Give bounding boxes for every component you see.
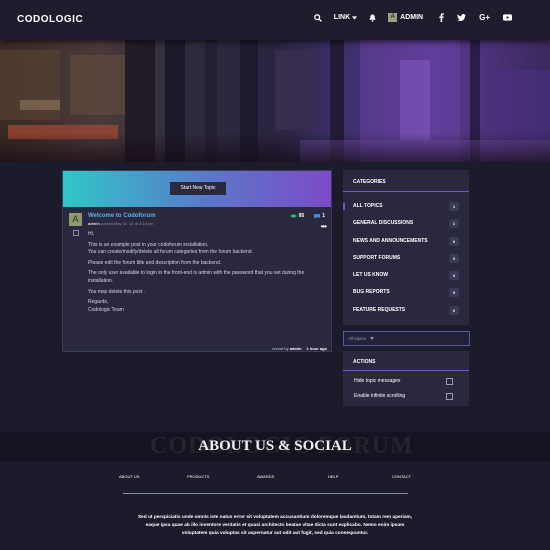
- post-paragraph: Regards, Codologic Team: [88, 299, 124, 313]
- action-label: Hide topic messages: [354, 378, 401, 384]
- post-card: A Welcome to Codoforum admin posted May …: [63, 207, 331, 353]
- footer-divider: [123, 493, 408, 494]
- recent-time: 1 hour ago: [306, 346, 327, 351]
- comment-icon: [314, 213, 321, 219]
- recent-user[interactable]: admin: [290, 346, 302, 351]
- category-item-let-us-know[interactable]: LET US KNOW 0: [343, 267, 469, 284]
- twitter-icon[interactable]: [457, 14, 466, 21]
- about-title: ABOUT US & SOCIAL: [198, 438, 352, 454]
- caret-down-icon: [370, 337, 375, 340]
- post-footer: recent by admin 1 hour ago: [272, 346, 327, 351]
- post-stats: 95 1: [289, 213, 325, 219]
- post-paragraph: Please edit the forum title and descript…: [88, 259, 222, 266]
- avatar[interactable]: A: [69, 213, 82, 226]
- site-logo[interactable]: CODOLOGIC: [17, 14, 83, 25]
- category-count: 1: [449, 219, 459, 229]
- category-item-general-discussions[interactable]: GENERAL DISCUSSIONS 1: [343, 215, 469, 232]
- category-count: 1: [449, 202, 459, 211]
- category-item-all-topics[interactable]: ALL TOPICS 1: [343, 198, 469, 215]
- avatar: A: [388, 13, 398, 22]
- action-infinite-scroll: Enable infinite scrolling: [343, 389, 469, 404]
- hide-messages-checkbox[interactable]: [446, 378, 453, 385]
- bell-icon[interactable]: [369, 14, 376, 22]
- more-options-icon[interactable]: •••: [321, 223, 327, 231]
- category-count: 0: [449, 271, 459, 281]
- category-count: 0: [449, 236, 459, 246]
- action-hide-messages: Hide topic messages: [343, 374, 469, 389]
- select-post-checkbox[interactable]: [73, 230, 79, 236]
- replies-stat: 1: [314, 213, 325, 219]
- post-paragraph: The only user available to login in the …: [88, 270, 305, 284]
- sidebar: CATEGORIES ALL TOPICS 1 GENERAL DISCUSSIO…: [343, 170, 470, 406]
- topics-filter-select[interactable]: All topics: [343, 331, 470, 346]
- topics-filter-value: All topics: [348, 336, 367, 341]
- categories-box: CATEGORIES ALL TOPICS 1 GENERAL DISCUSSIO…: [343, 170, 469, 325]
- category-item-news[interactable]: NEWS AND ANNOUNCEMENTS 0: [343, 233, 469, 250]
- user-name: ADMIN: [400, 14, 424, 21]
- nav-menu: LINK A ADMIN G+: [302, 13, 512, 22]
- post-paragraph: Hi,: [88, 231, 95, 237]
- youtube-icon[interactable]: [503, 14, 512, 21]
- post-meta: admin posted May 31 '14 at 4:15 pm: [88, 221, 153, 226]
- top-navbar: CODOLOGIC LINK A ADMIN G+: [0, 0, 550, 40]
- hero-banner: [0, 40, 550, 162]
- category-item-feature-requests[interactable]: FEATURE REQUESTS 0: [343, 302, 469, 319]
- actions-title: ACTIONS: [343, 351, 469, 371]
- google-plus-icon[interactable]: G+: [479, 13, 490, 22]
- about-section: CODOLOGIC FORUM ABOUT US & SOCIAL: [0, 432, 550, 462]
- replies-count: 1: [322, 213, 325, 219]
- footer-link-contact[interactable]: CONTACT: [392, 474, 411, 479]
- footer-link-awards[interactable]: AWARDS: [257, 474, 274, 479]
- views-icon: [289, 214, 297, 218]
- nav-link-label: LINK: [333, 14, 351, 21]
- post-title[interactable]: Welcome to Codoforum: [88, 213, 156, 219]
- category-item-bug-reports[interactable]: BUG REPORTS 0: [343, 284, 469, 301]
- actions-box: ACTIONS Hide topic messages Enable infin…: [343, 351, 469, 406]
- infinite-scroll-checkbox[interactable]: [446, 393, 453, 400]
- topic-panel-header: Start New Topic: [63, 171, 331, 207]
- topic-panel: Start New Topic A Welcome to Codoforum a…: [62, 170, 332, 352]
- recent-by: recent by admin: [272, 346, 302, 351]
- category-count: 0: [449, 305, 459, 315]
- footer-link-products[interactable]: PRODUCTS: [187, 474, 209, 479]
- category-count: 0: [449, 253, 459, 263]
- action-label: Enable infinite scrolling: [354, 393, 406, 399]
- search-icon[interactable]: [313, 13, 322, 22]
- category-item-support[interactable]: SUPPORT FORUMS 0: [343, 250, 469, 267]
- post-paragraph: This is an example post in your codoforu…: [88, 241, 253, 256]
- footer-link-about[interactable]: ABOUT US: [119, 474, 139, 479]
- start-new-topic-button[interactable]: Start New Topic: [170, 182, 226, 195]
- facebook-icon[interactable]: [439, 13, 444, 22]
- views-count: 95: [298, 213, 305, 219]
- post-body: Hi, This is an example post in your codo…: [88, 231, 326, 317]
- categories-title: CATEGORIES: [343, 170, 469, 192]
- footer-link-help[interactable]: HELP: [328, 474, 338, 479]
- views-stat: 95: [289, 213, 305, 219]
- nav-link-dropdown[interactable]: LINK: [333, 14, 358, 21]
- category-count: 0: [449, 288, 459, 298]
- footer-nav: ABOUT US PRODUCTS AWARDS HELP CONTACT: [0, 474, 550, 482]
- caret-down-icon: [352, 15, 358, 20]
- category-list: ALL TOPICS 1 GENERAL DISCUSSIONS 1 NEWS AN…: [343, 192, 469, 319]
- post-paragraph: You may delete this post .: [88, 288, 146, 295]
- post-author[interactable]: admin: [88, 221, 100, 226]
- user-menu[interactable]: A ADMIN: [388, 13, 423, 22]
- post-date: posted May 31 '14 at 4:15 pm: [100, 221, 154, 226]
- footer-text: Sed ut perspiciatis unde omnis iste natu…: [137, 515, 413, 536]
